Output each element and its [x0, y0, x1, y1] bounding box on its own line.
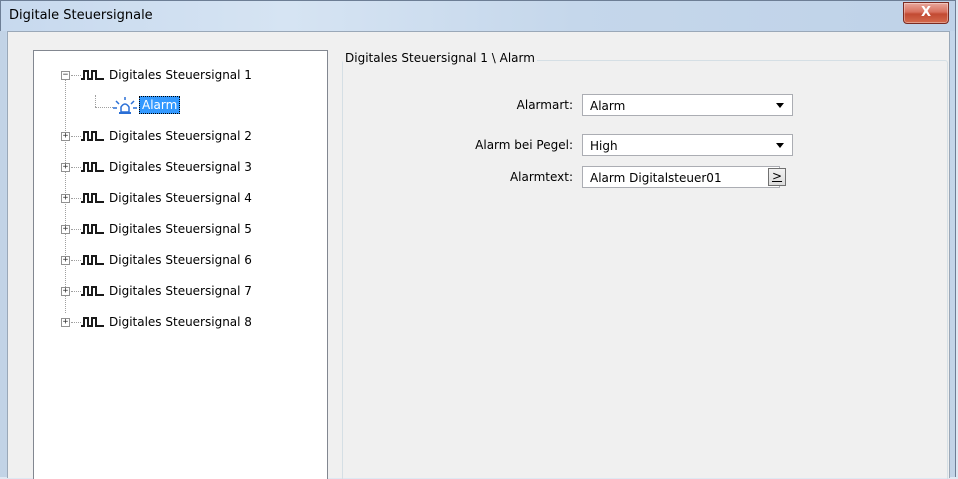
- tree-node-label: Digitales Steuersignal 4: [109, 191, 252, 205]
- tree-node-label: Digitales Steuersignal 8: [109, 315, 252, 329]
- expand-icon[interactable]: +: [61, 194, 70, 203]
- tree-node-label: Digitales Steuersignal 2: [109, 129, 252, 143]
- alarmart-select[interactable]: Alarm: [582, 94, 793, 116]
- tree-node-signal-2[interactable]: + Digitales Steuersignal 2: [34, 126, 324, 146]
- tree-node-signal-8[interactable]: + Digitales Steuersignal 8: [34, 312, 324, 332]
- alarm-settings-group: [342, 60, 948, 479]
- pegel-select[interactable]: High: [582, 134, 793, 156]
- window-title: Digitale Steuersignale: [9, 8, 153, 23]
- alarmart-label: Alarmart:: [516, 98, 573, 112]
- tree-node-signal-4[interactable]: + Digitales Steuersignal 4: [34, 188, 324, 208]
- group-title: Digitales Steuersignal 1 \ Alarm: [343, 51, 537, 65]
- tree-node-alarm[interactable]: Alarm: [34, 95, 234, 115]
- dropdown-arrow-icon[interactable]: [776, 103, 784, 108]
- tree-node-label: Digitales Steuersignal 3: [109, 160, 252, 174]
- pulse-signal-icon: [81, 193, 104, 203]
- alarmtext-value: Alarm Digitalsteuer01: [590, 171, 722, 185]
- collapse-icon[interactable]: −: [61, 71, 70, 80]
- alarmtext-field[interactable]: Alarm Digitalsteuer01: [582, 166, 780, 188]
- dropdown-arrow-icon[interactable]: [776, 143, 784, 148]
- signal-tree[interactable]: − Digitales Steuersignal 1 Alarm + Digit…: [33, 50, 328, 479]
- tree-node-signal-3[interactable]: + Digitales Steuersignal 3: [34, 157, 324, 177]
- alarm-light-icon: [113, 97, 137, 114]
- alarmart-value: Alarm: [590, 99, 626, 113]
- tree-node-signal-7[interactable]: + Digitales Steuersignal 7: [34, 281, 324, 301]
- tree-node-label: Digitales Steuersignal 5: [109, 222, 252, 236]
- tree-node-signal-6[interactable]: + Digitales Steuersignal 6: [34, 250, 324, 270]
- expand-icon[interactable]: +: [61, 132, 70, 141]
- pulse-signal-icon: [81, 286, 104, 296]
- window-frame-left: [0, 31, 6, 477]
- alarmtext-edit-button[interactable]: >: [768, 168, 786, 186]
- expand-icon[interactable]: +: [61, 318, 70, 327]
- tree-node-label: Digitales Steuersignal 1: [109, 68, 252, 82]
- expand-icon[interactable]: +: [61, 287, 70, 296]
- tree-node-label: Digitales Steuersignal 6: [109, 253, 252, 267]
- pulse-signal-icon: [81, 131, 104, 141]
- pulse-signal-icon: [81, 317, 104, 327]
- pulse-signal-icon: [81, 224, 104, 234]
- alarmtext-label: Alarmtext:: [509, 170, 573, 184]
- tree-node-label: Digitales Steuersignal 7: [109, 284, 252, 298]
- pegel-label: Alarm bei Pegel:: [475, 138, 573, 152]
- expand-icon[interactable]: +: [61, 225, 70, 234]
- pulse-signal-icon: [81, 70, 104, 80]
- dialog-client-area: − Digitales Steuersignal 1 Alarm + Digit…: [7, 31, 950, 479]
- expand-icon[interactable]: +: [61, 256, 70, 265]
- tree-node-signal-1[interactable]: − Digitales Steuersignal 1: [34, 65, 324, 85]
- pegel-value: High: [590, 139, 618, 153]
- title-bar[interactable]: Digitale Steuersignale X: [1, 1, 955, 31]
- tree-node-signal-5[interactable]: + Digitales Steuersignal 5: [34, 219, 324, 239]
- tree-node-label-selected[interactable]: Alarm: [139, 96, 181, 114]
- expand-icon[interactable]: +: [61, 163, 70, 172]
- pulse-signal-icon: [81, 162, 104, 172]
- pulse-signal-icon: [81, 255, 104, 265]
- close-button[interactable]: X: [903, 2, 949, 24]
